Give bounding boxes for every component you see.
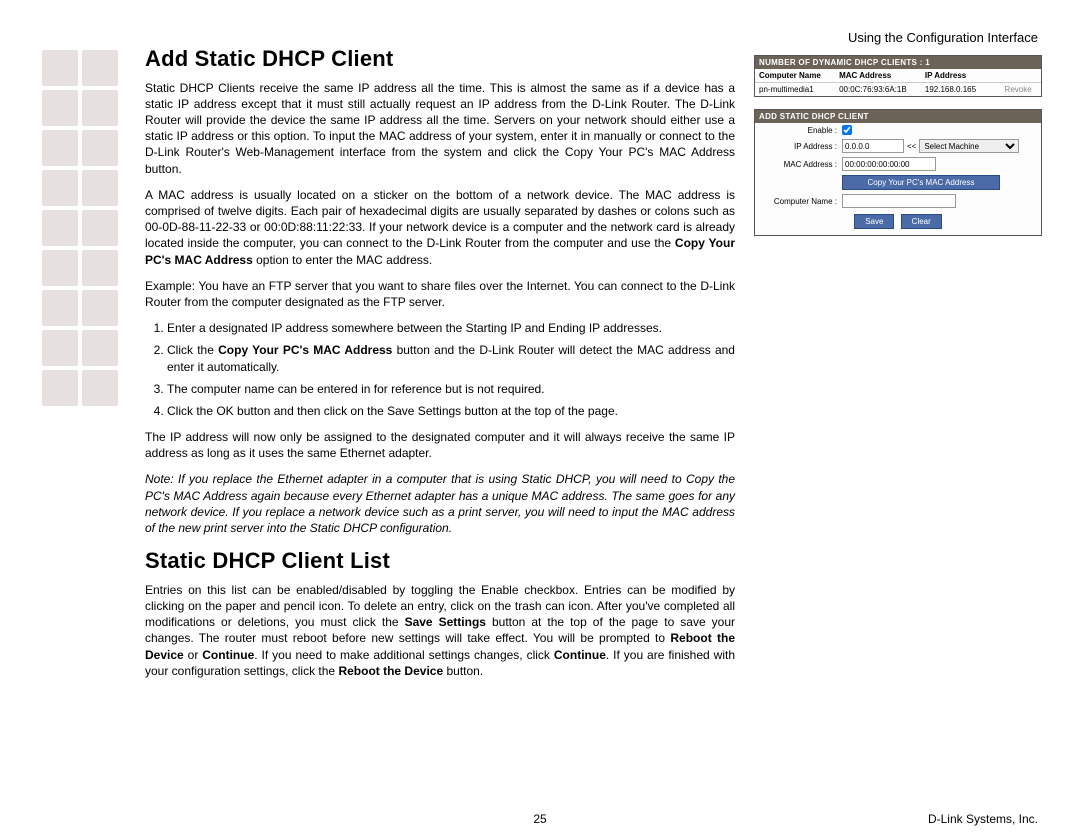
select-machine-dropdown[interactable]: Select Machine	[919, 139, 1019, 153]
save-button[interactable]: Save	[854, 214, 894, 229]
header-section-title: Using the Configuration Interface	[848, 30, 1038, 45]
paragraph: A MAC address is usually located on a st…	[145, 187, 735, 268]
dynamic-dhcp-panel: NUMBER OF DYNAMIC DHCP CLIENTS : 1 Compu…	[754, 55, 1042, 97]
list-item: The computer name can be entered in for …	[167, 381, 735, 397]
col-ip-address: IP Address	[921, 69, 995, 83]
page-number: 25	[533, 812, 546, 826]
revoke-link[interactable]: Revoke	[995, 83, 1041, 96]
mac-address-input[interactable]	[842, 157, 936, 171]
paragraph: Static DHCP Clients receive the same IP …	[145, 80, 735, 177]
ip-address-label: IP Address :	[759, 142, 842, 151]
company-name: D-Link Systems, Inc.	[928, 812, 1038, 826]
add-static-dhcp-panel: ADD STATIC DHCP CLIENT Enable : IP Addre…	[754, 109, 1042, 236]
paragraph: Example: You have an FTP server that you…	[145, 278, 735, 310]
panel-header: ADD STATIC DHCP CLIENT	[755, 110, 1041, 123]
paragraph: The IP address will now only be assigned…	[145, 429, 735, 461]
screenshot-panels: NUMBER OF DYNAMIC DHCP CLIENTS : 1 Compu…	[754, 55, 1042, 248]
decor-squares	[40, 48, 120, 408]
col-computer-name: Computer Name	[755, 69, 835, 83]
table-row: pn-multimedia1	[755, 83, 835, 96]
list-item: Click the Copy Your PC's MAC Address but…	[167, 342, 735, 374]
panel-header: NUMBER OF DYNAMIC DHCP CLIENTS : 1	[755, 56, 1041, 69]
computer-name-label: Computer Name :	[759, 197, 842, 206]
paragraph: Entries on this list can be enabled/disa…	[145, 582, 735, 679]
list-item: Enter a designated IP address somewhere …	[167, 320, 735, 336]
ip-address-input[interactable]	[842, 139, 904, 153]
computer-name-input[interactable]	[842, 194, 956, 208]
steps-list: Enter a designated IP address somewhere …	[167, 320, 735, 419]
note-paragraph: Note: If you replace the Ethernet adapte…	[145, 471, 735, 536]
table-row: 00:0C:76:93:6A:1B	[835, 83, 921, 96]
col-mac-address: MAC Address	[835, 69, 921, 83]
mac-address-label: MAC Address :	[759, 160, 842, 169]
assign-icon: <<	[904, 142, 919, 151]
list-item: Click the OK button and then click on th…	[167, 403, 735, 419]
copy-mac-button[interactable]: Copy Your PC's MAC Address	[842, 175, 1000, 190]
clear-button[interactable]: Clear	[901, 214, 942, 229]
enable-label: Enable :	[759, 126, 842, 135]
heading-add-static-dhcp: Add Static DHCP Client	[145, 44, 735, 74]
table-row: 192.168.0.165	[921, 83, 995, 96]
enable-checkbox[interactable]	[842, 125, 852, 135]
main-content: Add Static DHCP Client Static DHCP Clien…	[145, 44, 735, 689]
heading-static-dhcp-list: Static DHCP Client List	[145, 546, 735, 576]
col-action	[995, 69, 1041, 83]
